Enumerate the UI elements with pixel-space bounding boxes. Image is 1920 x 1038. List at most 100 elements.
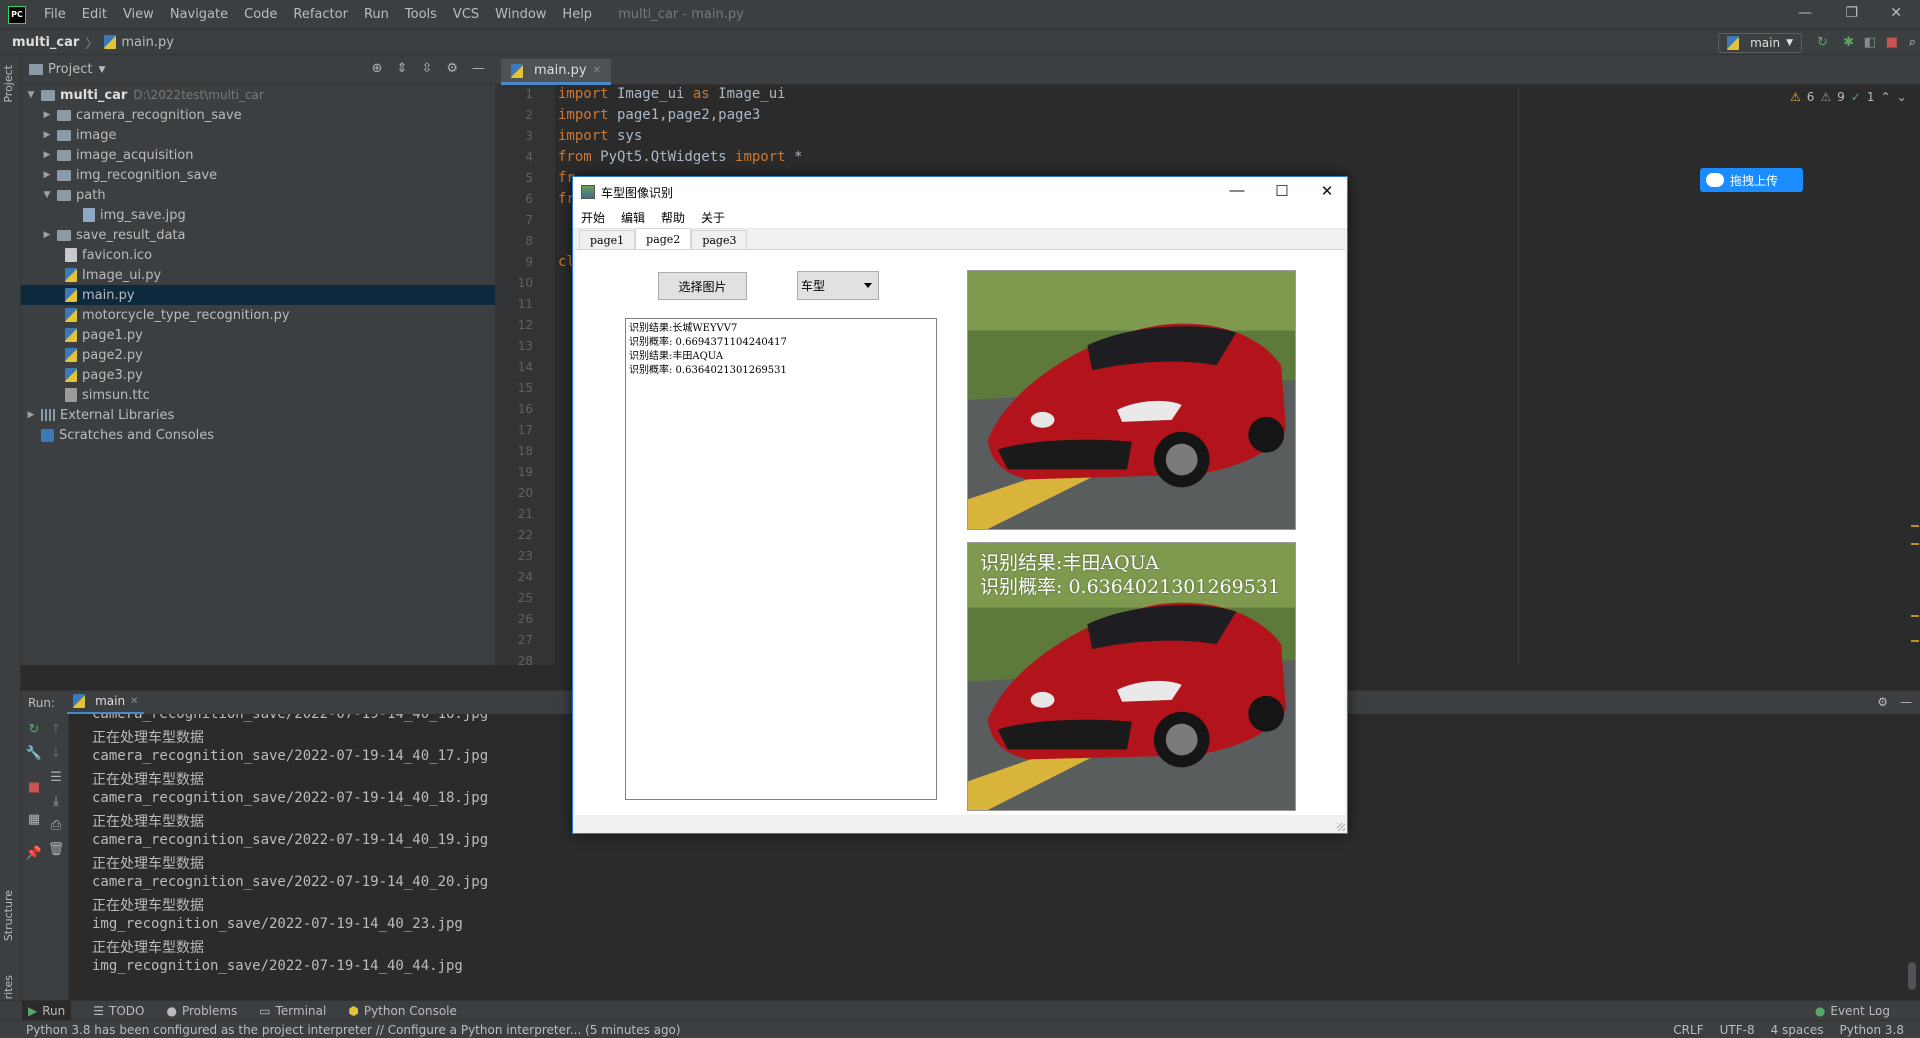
interpreter-selector[interactable]: Python 3.8 xyxy=(1840,1023,1905,1037)
pin-icon[interactable]: 📌 xyxy=(24,846,44,861)
tab-page1[interactable]: page1 xyxy=(579,230,636,249)
tree-item[interactable]: page2.py xyxy=(21,345,495,365)
tool-todo[interactable]: ☰ TODO xyxy=(93,1004,144,1018)
tab-page3[interactable]: page3 xyxy=(691,230,748,249)
resize-grip-icon[interactable] xyxy=(1337,823,1345,831)
tree-item[interactable]: motorcycle_type_recognition.py xyxy=(21,305,495,325)
tree-item[interactable]: page1.py xyxy=(21,325,495,345)
menu-edit[interactable]: Edit xyxy=(74,7,115,22)
layout-icon[interactable]: ▦ xyxy=(24,812,44,827)
tree-item[interactable]: ▶ image xyxy=(21,125,495,145)
tool-run[interactable]: ▶ Run xyxy=(22,1000,72,1021)
editor-scrollbar[interactable] xyxy=(1910,85,1920,665)
debug-icon[interactable]: ✱ xyxy=(1843,35,1854,50)
chevron-right-icon[interactable]: ▶ xyxy=(25,410,37,420)
result-text-box[interactable]: 识别结果:长城WEYVV7 识别概率: 0.6694371104240417 识… xyxy=(625,318,937,800)
hide-icon[interactable]: — xyxy=(472,61,485,76)
rerun-icon[interactable]: ↻ xyxy=(1817,35,1828,50)
chevron-right-icon[interactable]: ▶ xyxy=(41,230,53,240)
tool-event-log[interactable]: ● Event Log xyxy=(1815,1004,1890,1018)
arrow-up-icon[interactable]: ↑ xyxy=(46,722,66,737)
chevron-right-icon[interactable]: ▶ xyxy=(41,170,53,180)
chevron-down-icon[interactable]: ▼ xyxy=(98,65,105,75)
chevron-up-icon[interactable]: ⌃ xyxy=(1881,90,1891,104)
minimize-icon[interactable]: — xyxy=(1900,695,1912,709)
menu-file[interactable]: File xyxy=(36,7,74,22)
menu-tools[interactable]: Tools xyxy=(397,7,445,22)
minimize-icon[interactable]: — xyxy=(1798,5,1812,21)
maximize-icon[interactable]: ☐ xyxy=(1262,182,1302,200)
collapse-all-icon[interactable]: ⇳ xyxy=(421,61,432,76)
tree-item[interactable]: simsun.ttc xyxy=(21,385,495,405)
tree-item[interactable]: Image_ui.py xyxy=(21,265,495,285)
tree-item[interactable]: ▶ External Libraries xyxy=(21,405,495,425)
line-separator[interactable]: CRLF xyxy=(1673,1023,1703,1037)
chevron-down-icon[interactable]: ▼ xyxy=(25,90,37,100)
coverage-icon[interactable]: ◧ xyxy=(1864,35,1876,50)
stop-icon[interactable]: ■ xyxy=(1886,35,1898,50)
close-icon[interactable]: ✕ xyxy=(593,65,601,76)
chevron-down-icon[interactable]: ⌄ xyxy=(1897,90,1907,104)
menu-refactor[interactable]: Refactor xyxy=(285,7,356,22)
close-icon[interactable]: ✕ xyxy=(1307,182,1347,200)
chevron-right-icon[interactable]: ▶ xyxy=(41,150,53,160)
wrench-icon[interactable]: 🔧 xyxy=(24,746,44,761)
indent-setting[interactable]: 4 spaces xyxy=(1771,1023,1824,1037)
warning-marker[interactable] xyxy=(1911,640,1919,642)
breadcrumb-file[interactable]: main.py xyxy=(121,35,174,50)
menu-run[interactable]: Run xyxy=(356,7,397,22)
console-scrollbar[interactable] xyxy=(1908,962,1916,990)
soft-wrap-icon[interactable]: ☰ xyxy=(46,770,66,785)
inspection-widget[interactable]: ⚠ 6 ⚠ 9 ✓ 1 ⌃ ⌄ xyxy=(1790,90,1907,104)
tree-item[interactable]: ▶ image_acquisition xyxy=(21,145,495,165)
warning-marker[interactable] xyxy=(1911,615,1919,617)
breadcrumb-project[interactable]: multi_car xyxy=(12,35,79,50)
tree-item[interactable]: ▼ path xyxy=(21,185,495,205)
tool-problems[interactable]: ● Problems xyxy=(166,1004,237,1018)
menu-view[interactable]: View xyxy=(115,7,162,22)
chevron-right-icon[interactable]: ▶ xyxy=(41,130,53,140)
warning-marker[interactable] xyxy=(1911,525,1919,527)
gear-icon[interactable]: ⚙ xyxy=(1877,695,1888,709)
run-tab-main[interactable]: main ✕ xyxy=(67,691,145,715)
chevron-down-icon[interactable]: ▼ xyxy=(41,190,53,200)
qt-menu-help[interactable]: 帮助 xyxy=(653,209,693,226)
select-image-button[interactable]: 选择图片 xyxy=(658,272,747,300)
trash-icon[interactable]: 🗑 xyxy=(46,842,66,857)
drag-upload-button[interactable]: 拖拽上传 xyxy=(1700,168,1803,192)
tool-terminal[interactable]: ▭ Terminal xyxy=(259,1004,326,1018)
tree-item[interactable]: page3.py xyxy=(21,365,495,385)
tool-python-console[interactable]: ⬢ Python Console xyxy=(348,1004,457,1018)
qt-menu-about[interactable]: 关于 xyxy=(693,209,733,226)
minimize-icon[interactable]: — xyxy=(1217,182,1257,199)
tree-item[interactable]: ▶ save_result_data xyxy=(21,225,495,245)
project-panel-title[interactable]: Project xyxy=(48,62,92,77)
warning-marker[interactable] xyxy=(1911,543,1919,545)
stop-icon[interactable]: ■ xyxy=(24,780,44,795)
tree-item[interactable]: Scratches and Consoles xyxy=(21,425,495,445)
run-configuration-selector[interactable]: main ▼ xyxy=(1718,33,1802,53)
editor-tab-main[interactable]: main.py ✕ xyxy=(501,59,611,85)
project-tool-tab[interactable]: Project xyxy=(2,65,15,103)
chevron-right-icon[interactable]: ▶ xyxy=(41,110,53,120)
menu-code[interactable]: Code xyxy=(236,7,285,22)
menu-navigate[interactable]: Navigate xyxy=(162,7,236,22)
qt-menu-edit[interactable]: 编辑 xyxy=(613,209,653,226)
menu-vcs[interactable]: VCS xyxy=(445,7,487,22)
type-combo-box[interactable]: 车型 xyxy=(797,271,879,300)
tab-page2[interactable]: page2 xyxy=(635,228,692,249)
qt-menu-start[interactable]: 开始 xyxy=(573,209,613,226)
close-icon[interactable]: ✕ xyxy=(1890,5,1902,21)
qt-title-bar[interactable]: 车型图像识别 — ☐ ✕ xyxy=(573,177,1347,207)
rerun-icon[interactable]: ↻ xyxy=(24,722,44,737)
status-message[interactable]: Python 3.8 has been configured as the pr… xyxy=(26,1023,681,1037)
menu-help[interactable]: Help xyxy=(554,7,600,22)
gear-icon[interactable]: ⚙ xyxy=(446,61,458,76)
print-icon[interactable]: ⎙ xyxy=(46,818,66,833)
tree-item[interactable]: img_save.jpg xyxy=(21,205,495,225)
tree-item[interactable]: ▶ camera_recognition_save xyxy=(21,105,495,125)
arrow-down-icon[interactable]: ↓ xyxy=(46,746,66,761)
tree-item-selected[interactable]: main.py xyxy=(21,285,495,305)
tree-item[interactable]: ▶ img_recognition_save xyxy=(21,165,495,185)
scroll-to-end-icon[interactable]: ⤓ xyxy=(46,794,66,809)
